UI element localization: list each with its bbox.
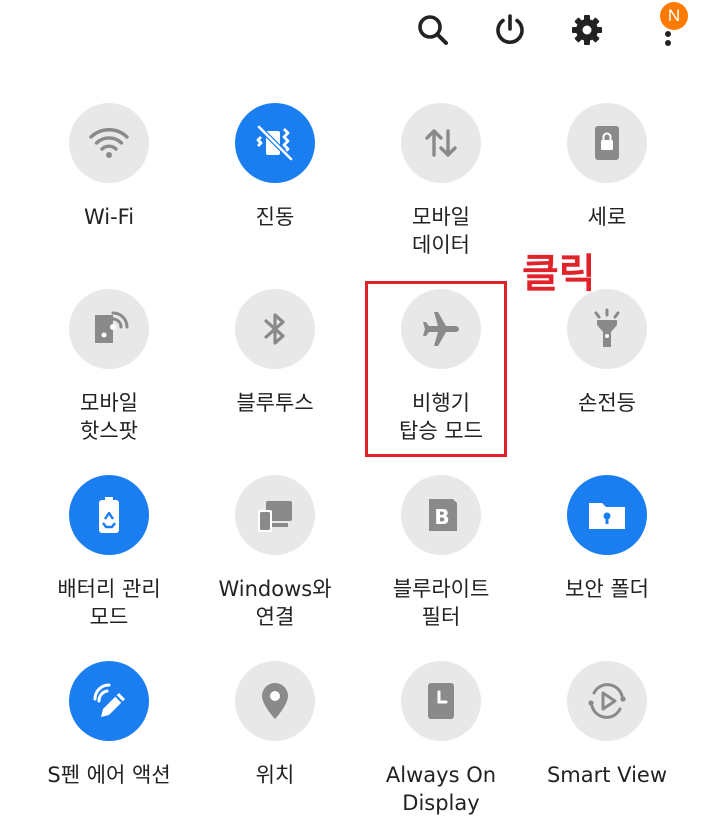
search-icon <box>418 15 448 45</box>
s-pen-icon <box>87 679 131 723</box>
tile-s-pen[interactable]: S펜 에어 액션 <box>26 661 192 789</box>
tile-s-pen-toggle[interactable] <box>69 661 149 741</box>
search-button[interactable] <box>411 8 455 52</box>
wifi-icon <box>87 121 131 165</box>
tile-smart-view-toggle[interactable] <box>567 661 647 741</box>
tile-bluetooth[interactable]: 블루투스 <box>192 289 358 417</box>
tile-secure-folder-toggle[interactable] <box>567 475 647 555</box>
notification-badge: N <box>660 2 688 30</box>
gear-icon <box>572 15 602 45</box>
tile-vibrate[interactable]: 진동 <box>192 103 358 231</box>
annotation-highlight-box <box>365 281 507 457</box>
quick-panel-header: N <box>0 0 720 60</box>
tile-always-on-display[interactable]: Always On Display <box>358 661 524 817</box>
vibrate-icon <box>253 121 297 165</box>
tile-portrait-lock-toggle[interactable] <box>567 103 647 183</box>
tile-mobile-data-toggle[interactable] <box>401 103 481 183</box>
svg-text:B: B <box>434 505 449 529</box>
tile-link-to-windows-label: Windows와 연결 <box>218 577 332 629</box>
tile-flashlight[interactable]: 손전등 <box>524 289 690 417</box>
tile-vibrate-label: 진동 <box>255 205 295 229</box>
tile-bluetooth-label: 블루투스 <box>236 391 314 415</box>
tile-hotspot-toggle[interactable] <box>69 289 149 369</box>
tile-mobile-data[interactable]: 모바일 데이터 <box>358 103 524 259</box>
tile-wifi-toggle[interactable] <box>69 103 149 183</box>
power-icon <box>496 14 524 44</box>
tile-secure-folder-label: 보안 폴더 <box>565 577 649 601</box>
tile-location[interactable]: 위치 <box>192 661 358 789</box>
location-icon <box>253 679 297 723</box>
tile-always-on-display-label: Always On Display <box>385 763 497 815</box>
tile-smart-view[interactable]: Smart View <box>524 661 690 789</box>
battery-saver-icon <box>87 493 131 537</box>
tile-blue-light-filter[interactable]: B 블루라이트 필터 <box>358 475 524 631</box>
hotspot-icon <box>87 307 131 351</box>
smart-view-icon <box>585 679 629 723</box>
power-button[interactable] <box>488 8 532 52</box>
tile-link-to-windows-toggle[interactable] <box>235 475 315 555</box>
secure-folder-icon <box>585 493 629 537</box>
more-options-button[interactable]: N <box>642 2 688 52</box>
tile-battery-saver-label: 배터리 관리 모드 <box>57 577 161 629</box>
tile-link-to-windows[interactable]: Windows와 연결 <box>192 475 358 631</box>
tile-portrait-lock[interactable]: 세로 <box>524 103 690 231</box>
quick-settings-panel: N Wi-Fi 진동 모바일 데이터 세로 모바일 핫스팟 블루투스 비행기 탑승 모드 손전… <box>0 0 720 819</box>
tile-secure-folder[interactable]: 보안 폴더 <box>524 475 690 603</box>
settings-button[interactable] <box>565 8 609 52</box>
tile-hotspot[interactable]: 모바일 핫스팟 <box>26 289 192 445</box>
tile-location-label: 위치 <box>255 763 295 787</box>
tile-vibrate-toggle[interactable] <box>235 103 315 183</box>
tile-smart-view-label: Smart View <box>546 763 668 787</box>
tile-blue-light-filter-label: 블루라이트 필터 <box>392 577 490 629</box>
tile-bluetooth-toggle[interactable] <box>235 289 315 369</box>
tile-flashlight-label: 손전등 <box>578 391 636 415</box>
tile-wifi-label: Wi-Fi <box>83 205 135 229</box>
tile-flashlight-toggle[interactable] <box>567 289 647 369</box>
portrait-lock-icon <box>585 121 629 165</box>
tile-wifi[interactable]: Wi-Fi <box>26 103 192 231</box>
bluetooth-icon <box>253 307 297 351</box>
flashlight-icon <box>585 307 629 351</box>
blue-light-filter-icon: B <box>419 493 463 537</box>
tile-always-on-display-toggle[interactable] <box>401 661 481 741</box>
mobile-data-icon <box>419 121 463 165</box>
tile-blue-light-filter-toggle[interactable]: B <box>401 475 481 555</box>
tile-hotspot-label: 모바일 핫스팟 <box>80 391 138 443</box>
tile-s-pen-label: S펜 에어 액션 <box>47 763 171 787</box>
tile-battery-saver[interactable]: 배터리 관리 모드 <box>26 475 192 631</box>
tile-battery-saver-toggle[interactable] <box>69 475 149 555</box>
annotation-label: 클릭 <box>522 251 596 297</box>
always-on-display-icon <box>419 679 463 723</box>
tile-mobile-data-label: 모바일 데이터 <box>412 205 470 257</box>
tile-location-toggle[interactable] <box>235 661 315 741</box>
link-to-windows-icon <box>253 493 297 537</box>
tile-portrait-lock-label: 세로 <box>587 205 627 229</box>
